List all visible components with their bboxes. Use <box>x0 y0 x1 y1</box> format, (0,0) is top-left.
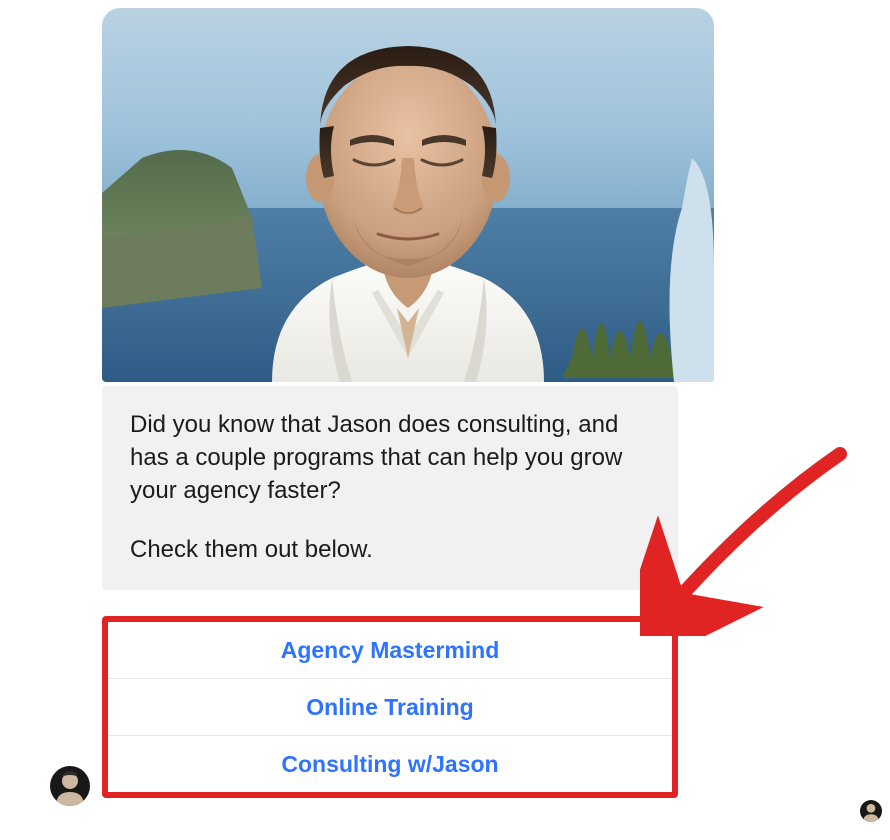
quick-reply-list: Agency Mastermind Online Training Consul… <box>102 616 678 798</box>
option-consulting-with-jason[interactable]: Consulting w/Jason <box>108 735 672 792</box>
option-label: Consulting w/Jason <box>281 751 498 778</box>
option-label: Online Training <box>306 694 473 721</box>
hero-image <box>102 8 714 382</box>
chat-card: Did you know that Jason does consulting,… <box>0 0 890 840</box>
option-agency-mastermind[interactable]: Agency Mastermind <box>108 622 672 678</box>
option-online-training[interactable]: Online Training <box>108 678 672 735</box>
message-text-1: Did you know that Jason does consulting,… <box>130 408 650 507</box>
message-text-2: Check them out below. <box>130 533 650 566</box>
viewer-avatar <box>860 800 882 822</box>
message-bubble: Did you know that Jason does consulting,… <box>102 386 678 590</box>
sender-avatar <box>50 766 90 806</box>
option-label: Agency Mastermind <box>281 637 500 664</box>
